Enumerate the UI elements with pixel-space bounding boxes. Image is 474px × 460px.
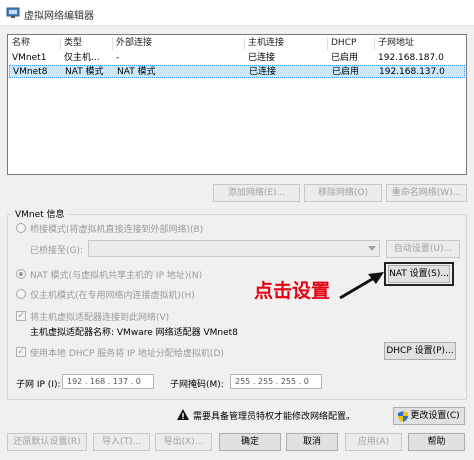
annotation-text: 点击设置 <box>254 280 331 302</box>
column-header-type[interactable]: 类型 <box>61 37 113 50</box>
highlight-box <box>384 262 454 286</box>
cell-type: 仅主机... <box>64 53 100 63</box>
cell-external: - <box>116 53 120 63</box>
nat-mode-label: NAT 模式(与虚拟机共享主机的 IP 地址)(N) <box>30 271 203 281</box>
subnet-mask-label: 子网掩码(M): <box>170 380 224 390</box>
cell-dhcp: 已启用 <box>331 53 359 63</box>
remove-network-button[interactable]: 移除网络(O) <box>304 184 382 202</box>
network-list[interactable]: 名称 类型 外部连接 主机连接 DHCP 子网地址 VMnet1 仅主机... … <box>7 34 467 175</box>
column-header-name[interactable]: 名称 <box>9 37 61 50</box>
host-only-label: 仅主机模式(在专用网络内连接虚拟机)(H) <box>30 291 195 301</box>
network-editor-icon <box>6 7 20 18</box>
import-button[interactable]: 导入(T)... <box>93 433 150 451</box>
vmnet-info-title: VMnet 信息 <box>12 207 68 220</box>
subnet-ip-input[interactable]: 192 . 168 . 137 . 0 <box>62 374 154 389</box>
ok-button[interactable]: 确定 <box>219 433 281 451</box>
column-header-subnet[interactable]: 子网地址 <box>375 37 465 50</box>
arrow-icon <box>339 272 384 300</box>
chevron-down-icon <box>368 246 376 251</box>
adapter-name-label: 主机虚拟适配器名称: VMware 网络适配器 VMnet8 <box>30 328 238 338</box>
cell-name: VMnet8 <box>13 67 48 77</box>
subnet-ip-label: 子网 IP (I): <box>16 380 61 390</box>
cell-subnet: 192.168.137.0 <box>379 67 445 77</box>
bridged-mode-label: 桥接模式(将虚拟机直接连接到外部网络)(B) <box>30 225 204 235</box>
column-header-host[interactable]: 主机连接 <box>245 37 328 50</box>
change-settings-label: 更改设置(C) <box>410 411 460 421</box>
help-button[interactable]: 帮助 <box>408 433 465 451</box>
restore-defaults-button[interactable]: 还原默认设置(R) <box>7 433 87 451</box>
warning-icon <box>177 409 189 420</box>
table-row-vmnet8[interactable]: VMnet8 NAT 模式 NAT 模式 已连接 已启用 192.168.137… <box>9 65 465 78</box>
cell-external: NAT 模式 <box>117 67 156 77</box>
export-button[interactable]: 导出(X)... <box>155 433 212 451</box>
bridged-to-label: 已桥接至(G): <box>30 246 84 256</box>
admin-notice: 需要具备管理员特权才能修改网络配置。 <box>193 412 356 422</box>
column-header-external[interactable]: 外部连接 <box>113 37 245 50</box>
connect-adapter-label: 将主机虚拟适配器连接到此网络(V) <box>30 313 170 323</box>
title-bar: 虚拟网络编辑器 <box>0 0 474 26</box>
cell-name: VMnet1 <box>12 53 47 63</box>
cell-host: 已连接 <box>248 53 276 63</box>
dhcp-label: 使用本地 DHCP 服务将 IP 地址分配给虚拟机(D) <box>30 349 224 359</box>
shield-icon <box>398 411 408 422</box>
bridged-to-select[interactable] <box>88 240 380 257</box>
nat-mode-radio[interactable] <box>16 269 26 279</box>
auto-settings-button[interactable]: 自动设置(U)... <box>386 240 460 258</box>
change-settings-button[interactable]: 更改设置(C) <box>393 407 465 425</box>
column-header-dhcp[interactable]: DHCP <box>328 37 375 50</box>
cell-host: 已连接 <box>249 67 277 77</box>
apply-button[interactable]: 应用(A) <box>345 433 402 451</box>
dhcp-checkbox[interactable]: ✓ <box>16 347 26 357</box>
cell-dhcp: 已启用 <box>332 67 360 77</box>
connect-adapter-checkbox[interactable]: ✓ <box>16 311 26 321</box>
rename-network-button[interactable]: 重命名网络(W)... <box>386 184 467 202</box>
cancel-button[interactable]: 取消 <box>286 433 338 451</box>
subnet-mask-input[interactable]: 255 . 255 . 255 . 0 <box>230 374 322 389</box>
cell-subnet: 192.168.187.0 <box>378 53 444 63</box>
dhcp-settings-button[interactable]: DHCP 设置(P)... <box>384 342 456 360</box>
cell-type: NAT 模式 <box>65 67 104 77</box>
bridged-mode-radio[interactable] <box>16 223 26 233</box>
table-row-vmnet1[interactable]: VMnet1 仅主机... - 已连接 已启用 192.168.187.0 <box>9 52 465 65</box>
window-title: 虚拟网络编辑器 <box>24 11 94 22</box>
add-network-button[interactable]: 添加网络(E)... <box>213 184 300 202</box>
host-only-radio[interactable] <box>16 289 26 299</box>
